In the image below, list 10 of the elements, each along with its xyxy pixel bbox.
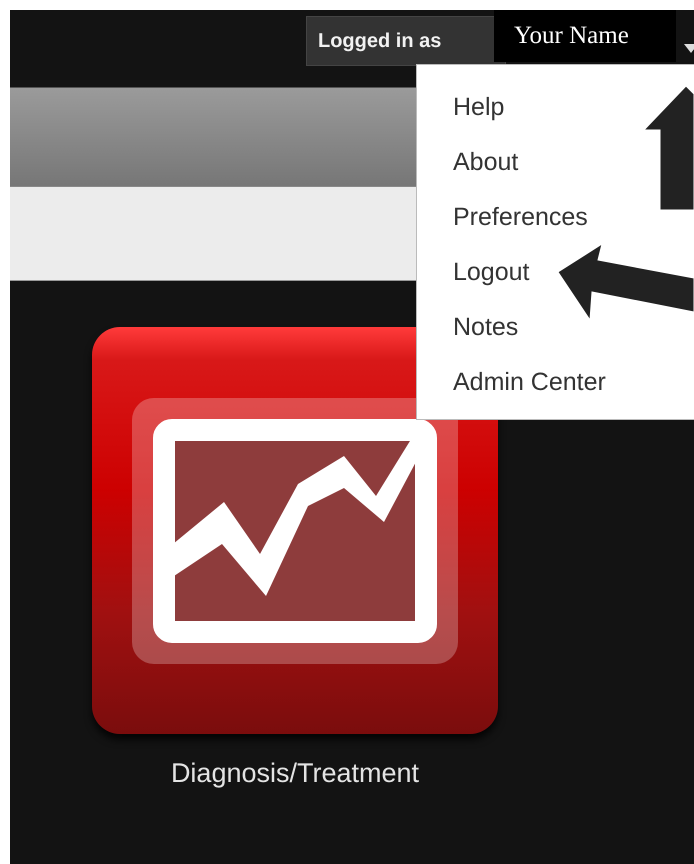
menu-item[interactable]: Help bbox=[453, 80, 504, 135]
user-menu-button[interactable]: Logged in as bbox=[306, 16, 506, 66]
menu-item[interactable]: Preferences bbox=[453, 190, 588, 245]
caret-icon[interactable] bbox=[684, 44, 694, 54]
tile-label: Diagnosis/Treatment bbox=[170, 758, 420, 789]
menu-item[interactable]: Logout bbox=[453, 245, 530, 300]
menu-item[interactable]: About bbox=[453, 135, 518, 190]
menu-item[interactable]: Admin Center bbox=[453, 355, 606, 410]
user-name: Your Name bbox=[494, 10, 676, 62]
menu-item[interactable]: Notes bbox=[453, 300, 518, 355]
